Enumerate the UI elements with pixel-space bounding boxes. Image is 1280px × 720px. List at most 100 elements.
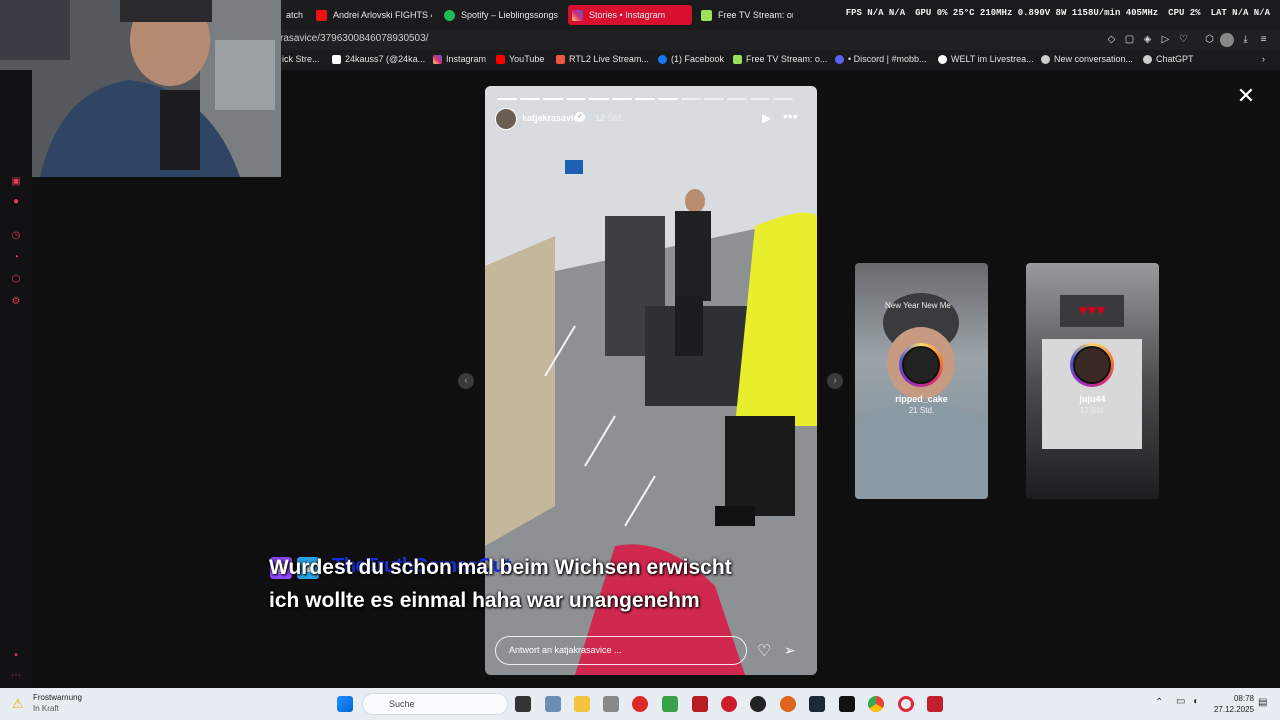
lat-readout: LAT N/A N/A	[1210, 8, 1270, 18]
bookmark-item[interactable]: YouTube	[496, 54, 544, 64]
history-icon[interactable]: ◷	[10, 230, 22, 242]
settings-icon[interactable]: ⚙	[10, 296, 22, 308]
close-icon[interactable]: ✕	[1236, 85, 1256, 107]
app-icon[interactable]	[839, 696, 855, 712]
story-progress	[635, 98, 655, 100]
bookmark-item[interactable]: ChatGPT	[1143, 54, 1194, 64]
taskbar-clock[interactable]: 08:78 27.12.2025	[1214, 693, 1254, 715]
spotify-icon	[444, 9, 455, 21]
next-story-icon[interactable]: ›	[827, 373, 843, 389]
notification-icon[interactable]: ▤	[1258, 697, 1267, 708]
extensions-icon[interactable]: ⬡	[1204, 34, 1215, 45]
bookmark-item[interactable]: WELT im Livestrea...	[938, 54, 1034, 64]
reply-input[interactable]: Antwort an katjakrasavice ...	[495, 636, 747, 665]
app-icon[interactable]	[927, 696, 943, 712]
gx-icon[interactable]: ▪	[10, 650, 22, 662]
bookmark-item[interactable]: Instagram	[433, 54, 486, 64]
windows-start-icon[interactable]	[337, 696, 353, 712]
app-icon[interactable]	[780, 696, 796, 712]
app-icon[interactable]	[721, 696, 737, 712]
bookmark-item[interactable]: (1) Facebook	[658, 54, 724, 64]
more-icon[interactable]: ⋯	[10, 670, 22, 682]
download-icon[interactable]: ⤓	[1240, 34, 1251, 45]
volume-icon[interactable]: ◖	[1192, 696, 1198, 707]
shield-icon[interactable]: ◈	[1142, 34, 1153, 45]
chrome-icon[interactable]	[868, 696, 884, 712]
profile-avatar[interactable]	[1220, 33, 1234, 47]
bookmark-item[interactable]: 24kauss7 (@24ka...	[332, 54, 425, 64]
taskbar: ⚠ Frostwarnung In Kraft Suche ⌃ ▭ ◖ 08:7…	[0, 688, 1280, 720]
story-preview-2[interactable]: ♥♥♥ juju44 17 Std.	[1026, 263, 1159, 499]
url-field[interactable]: rasavice/3796300846078930503/	[280, 33, 428, 44]
instagram-icon	[572, 9, 583, 21]
youtube-icon[interactable]: ●	[10, 196, 22, 208]
rtl2-icon	[556, 54, 565, 64]
bookmark-item[interactable]: • Discord | #mobb...	[835, 54, 927, 64]
calculator-icon[interactable]	[545, 696, 561, 712]
heart-icon[interactable]: ♡	[1178, 34, 1189, 45]
red-app-icon[interactable]	[632, 696, 648, 712]
preview-avatar	[1070, 343, 1114, 387]
bookmark-item[interactable]: Free TV Stream: o...	[733, 54, 827, 64]
story-preview-1[interactable]: New Year New Me ripped_cake 21 Std.	[855, 263, 988, 499]
twitch-icon[interactable]: ▣	[10, 176, 22, 188]
play-icon[interactable]: ▷	[1160, 34, 1171, 45]
story-progress	[497, 98, 517, 100]
tab-3[interactable]: Spotify – Lieblingssongs	[440, 5, 566, 25]
green-app-icon[interactable]	[662, 696, 678, 712]
tiktok-icon	[332, 54, 341, 64]
task-view-icon[interactable]	[515, 696, 531, 712]
previous-story-icon[interactable]: ‹	[458, 373, 474, 389]
like-icon[interactable]: ♡	[757, 641, 771, 661]
story-avatar[interactable]	[495, 108, 517, 130]
tab-5[interactable]: Free TV Stream: online	[697, 5, 793, 25]
story-progress	[681, 98, 701, 100]
bookmarks-more-icon[interactable]: ›	[1262, 54, 1265, 64]
chatgpt-icon	[1041, 54, 1050, 64]
bookmark-item[interactable]: ick Stre...	[282, 54, 320, 64]
menu-icon[interactable]: ≡	[1258, 34, 1269, 45]
story-progress	[773, 98, 793, 100]
opera-gx-icon[interactable]	[898, 696, 914, 712]
bookmark-icon[interactable]: ◇	[1106, 34, 1117, 45]
hearts-icon: ♥♥♥	[1060, 295, 1124, 327]
tray-chevron-icon[interactable]: ⌃	[1155, 697, 1163, 708]
chatgpt-icon	[1143, 54, 1152, 64]
tab-2[interactable]: Andrei Arlovski FIGHTS 4	[312, 5, 432, 25]
webcam-image	[0, 0, 281, 177]
clock-time: 08:78	[1233, 694, 1254, 703]
bookmark-item[interactable]: RTL2 Live Stream...	[556, 54, 649, 64]
cpu-readout: CPU 2%	[1168, 8, 1201, 18]
obs-icon[interactable]	[750, 696, 766, 712]
clock-date: 27.12.2025	[1213, 705, 1254, 714]
fps-readout: FPS N/A N/A	[845, 8, 906, 18]
network-icon[interactable]: ▭	[1176, 696, 1185, 707]
more-options-icon[interactable]: •••	[783, 108, 798, 124]
app-icon[interactable]	[692, 696, 708, 712]
story-progress	[589, 98, 609, 100]
send-icon[interactable]: ➢	[784, 642, 796, 659]
story-image	[485, 86, 817, 675]
tab-1[interactable]: atch	[282, 5, 312, 25]
instagram-icon	[433, 54, 442, 64]
taskbar-search[interactable]: Suche	[362, 693, 508, 715]
file-explorer-icon[interactable]	[574, 696, 590, 712]
bookmark-item[interactable]: New conversation...	[1041, 54, 1133, 64]
story-viewer: katjakrasavice ✓ 12 Std. ▶ •••	[485, 86, 817, 675]
play-icon[interactable]: ▶	[762, 111, 771, 125]
steam-icon[interactable]	[809, 696, 825, 712]
story-progress	[520, 98, 540, 100]
tab-4-active[interactable]: Stories • Instagram	[568, 5, 692, 25]
tv-icon	[701, 9, 712, 21]
cube-icon[interactable]: ⬡	[10, 274, 22, 286]
mouse-app-icon[interactable]	[603, 696, 619, 712]
story-progress	[658, 98, 678, 100]
welt-icon	[938, 54, 947, 64]
clock-icon[interactable]: ◔	[10, 252, 22, 264]
screenshot-icon[interactable]: ▢	[1124, 34, 1135, 45]
preview-time: 21 Std.	[908, 406, 935, 415]
weather-title[interactable]: Frostwarnung	[33, 693, 82, 702]
webcam-overlay	[0, 0, 281, 177]
preview-caption: New Year New Me	[885, 301, 951, 310]
warning-icon: ⚠	[12, 696, 24, 711]
